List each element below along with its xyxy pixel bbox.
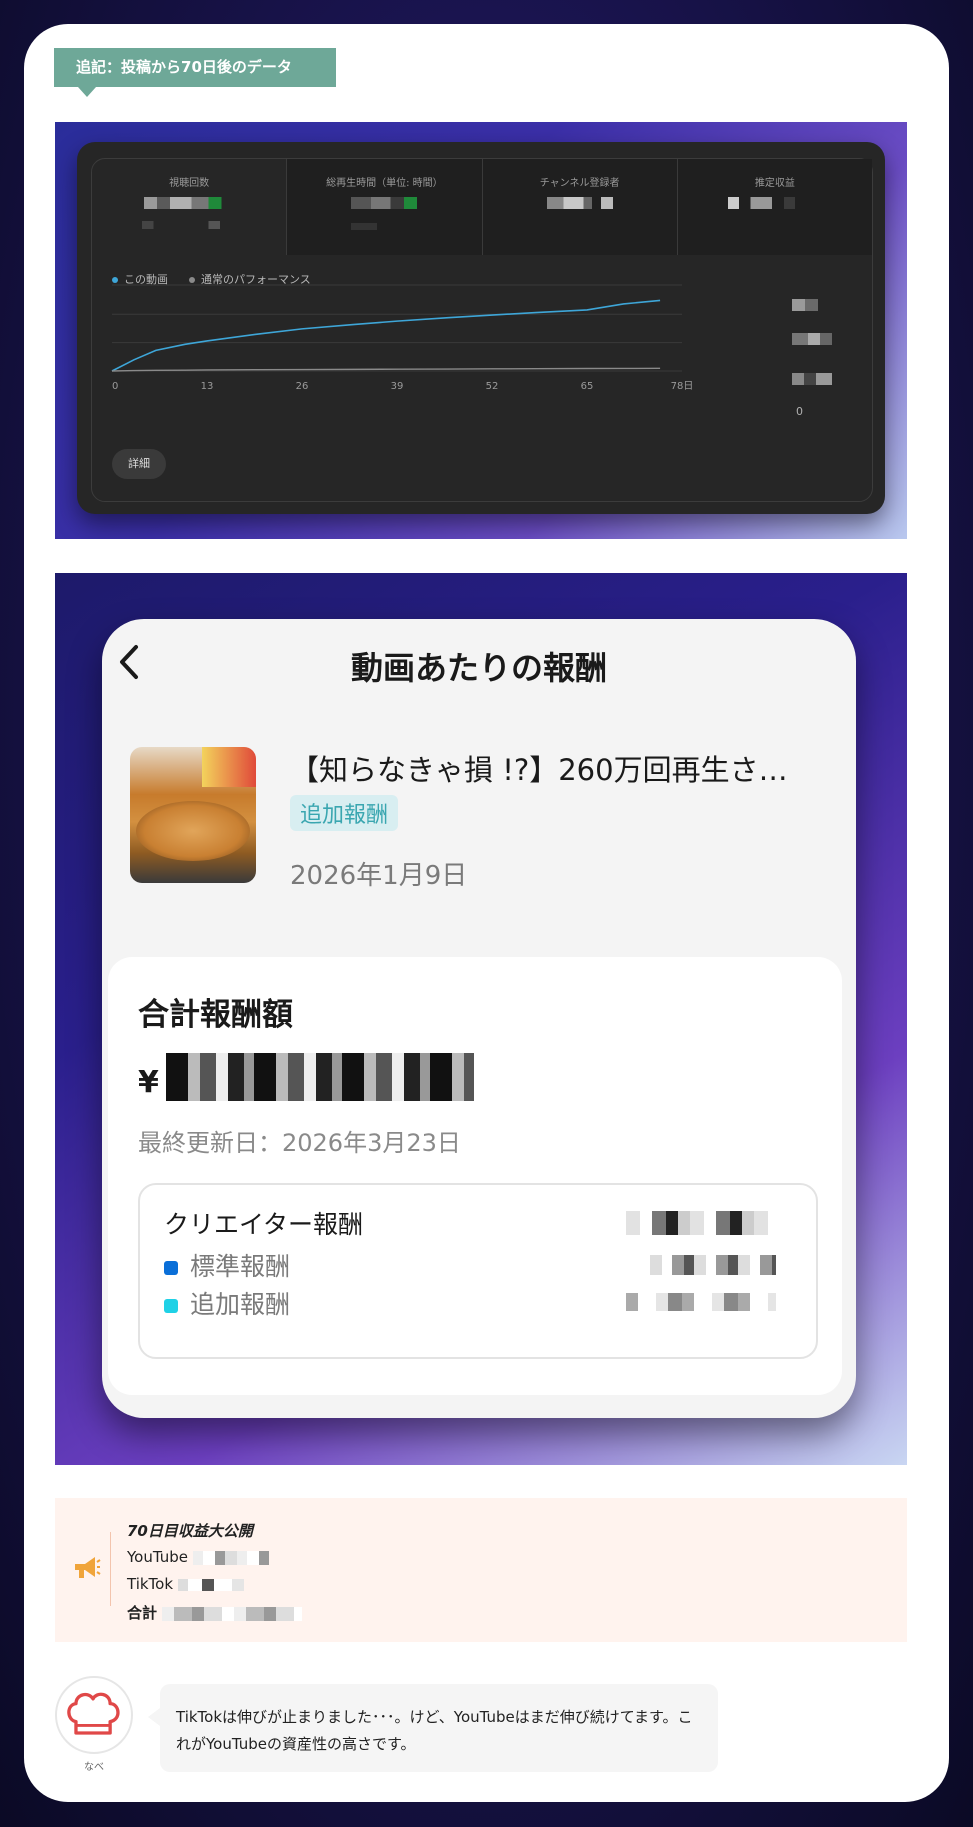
creator-reward-row: クリエイター報酬 bbox=[164, 1205, 363, 1241]
reward-breakdown: クリエイター報酬 標準報酬 追加報酬 bbox=[138, 1183, 818, 1359]
chat-bubble: TikTokは伸びが止まりました･･･。けど、YouTubeはまだ伸び続けてます… bbox=[148, 1684, 718, 1772]
note-total-label: 合計 bbox=[127, 1604, 158, 1622]
avatar-name: なべ bbox=[84, 1762, 104, 1773]
chat-message: TikTokは伸びが止まりました･･･。けど、YouTubeはまだ伸び続けてます… bbox=[176, 1708, 693, 1753]
redacted-total-amount bbox=[166, 1053, 474, 1101]
redacted-creator-amount bbox=[626, 1211, 776, 1235]
x-tick-label: 26 bbox=[296, 381, 309, 392]
megaphone-icon bbox=[75, 1557, 101, 1578]
x-tick-label: 52 bbox=[486, 381, 499, 392]
redacted-standard-amount bbox=[650, 1255, 776, 1275]
note-total: 合計 bbox=[127, 1602, 303, 1623]
analytics-inner: 視聴回数 総再生時間（単位: 時間） チャンネル登録者 推定収益 この動画 通常… bbox=[91, 158, 873, 502]
views-chart: 0 13 26 39 52 65 78日 bbox=[111, 284, 694, 392]
currency-symbol: ¥ bbox=[138, 1065, 159, 1100]
redacted-total-amount bbox=[162, 1606, 303, 1621]
standard-reward-row: 標準報酬 bbox=[164, 1247, 290, 1283]
x-tick-label: 39 bbox=[391, 381, 404, 392]
avatar bbox=[55, 1676, 133, 1754]
video-thumbnail[interactable] bbox=[130, 747, 256, 883]
video-title: 【知らなきゃ損 !?】260万回再生さ… bbox=[290, 753, 788, 787]
additional-reward-label: 追加報酬 bbox=[190, 1290, 291, 1319]
phone-screen: 動画あたりの報酬 【知らなきゃ損 !?】260万回再生さ… 追加報酬 2026年… bbox=[102, 619, 856, 1418]
section-ribbon: 追記：投稿から70日後のデータ bbox=[54, 48, 336, 97]
last-updated: 最終更新日：2026年3月23日 bbox=[138, 1129, 461, 1157]
note-youtube: YouTube bbox=[127, 1548, 269, 1566]
redacted-additional-amount bbox=[626, 1293, 776, 1311]
x-tick-label: 65 bbox=[581, 381, 594, 392]
note-youtube-label: YouTube bbox=[127, 1548, 188, 1566]
x-tick-label: 78日 bbox=[671, 381, 694, 392]
x-tick-label: 13 bbox=[201, 381, 214, 392]
additional-reward-tag: 追加報酬 bbox=[290, 795, 399, 831]
standard-reward-label: 標準報酬 bbox=[190, 1252, 291, 1281]
chef-hat-icon bbox=[67, 1692, 120, 1735]
note-divider bbox=[110, 1532, 111, 1606]
series-line-this-video bbox=[111, 299, 661, 372]
analytics-panel: 視聴回数 総再生時間（単位: 時間） チャンネル登録者 推定収益 この動画 通常… bbox=[77, 142, 885, 514]
total-reward-card: 合計報酬額 ¥ 最終更新日：2026年3月23日 クリエイター報酬 標準報酬 追… bbox=[108, 957, 842, 1395]
detail-button[interactable]: 詳細 bbox=[112, 449, 166, 479]
y-label-redacted bbox=[792, 299, 818, 311]
ribbon-label: 追記：投稿から70日後のデータ bbox=[76, 58, 292, 76]
video-date: 2026年1月9日 bbox=[290, 861, 468, 891]
y-label-redacted bbox=[792, 333, 832, 345]
redacted-tiktok-amount bbox=[177, 1578, 244, 1591]
page-title: 動画あたりの報酬 bbox=[350, 649, 607, 687]
y-label-zero: 0 bbox=[796, 405, 803, 418]
creator-reward-label: クリエイター報酬 bbox=[164, 1210, 364, 1239]
note-heading: 70日目収益大公開 bbox=[127, 1522, 253, 1540]
redacted-youtube-amount bbox=[192, 1550, 269, 1565]
x-tick-label: 0 bbox=[112, 381, 118, 392]
y-label-redacted bbox=[792, 373, 832, 385]
analytics-screenshot: 視聴回数 総再生時間（単位: 時間） チャンネル登録者 推定収益 この動画 通常… bbox=[55, 122, 907, 539]
reward-screenshot: 動画あたりの報酬 【知らなきゃ損 !?】260万回再生さ… 追加報酬 2026年… bbox=[55, 573, 907, 1465]
note-tiktok: TikTok bbox=[127, 1575, 244, 1593]
revenue-note: 70日目収益大公開 YouTube TikTok 合計 bbox=[55, 1498, 907, 1642]
standard-reward-dot-icon bbox=[164, 1261, 178, 1275]
total-reward-label: 合計報酬額 bbox=[138, 997, 293, 1033]
note-tiktok-label: TikTok bbox=[127, 1575, 174, 1593]
additional-reward-row: 追加報酬 bbox=[164, 1285, 290, 1321]
additional-reward-dot-icon bbox=[164, 1299, 178, 1313]
